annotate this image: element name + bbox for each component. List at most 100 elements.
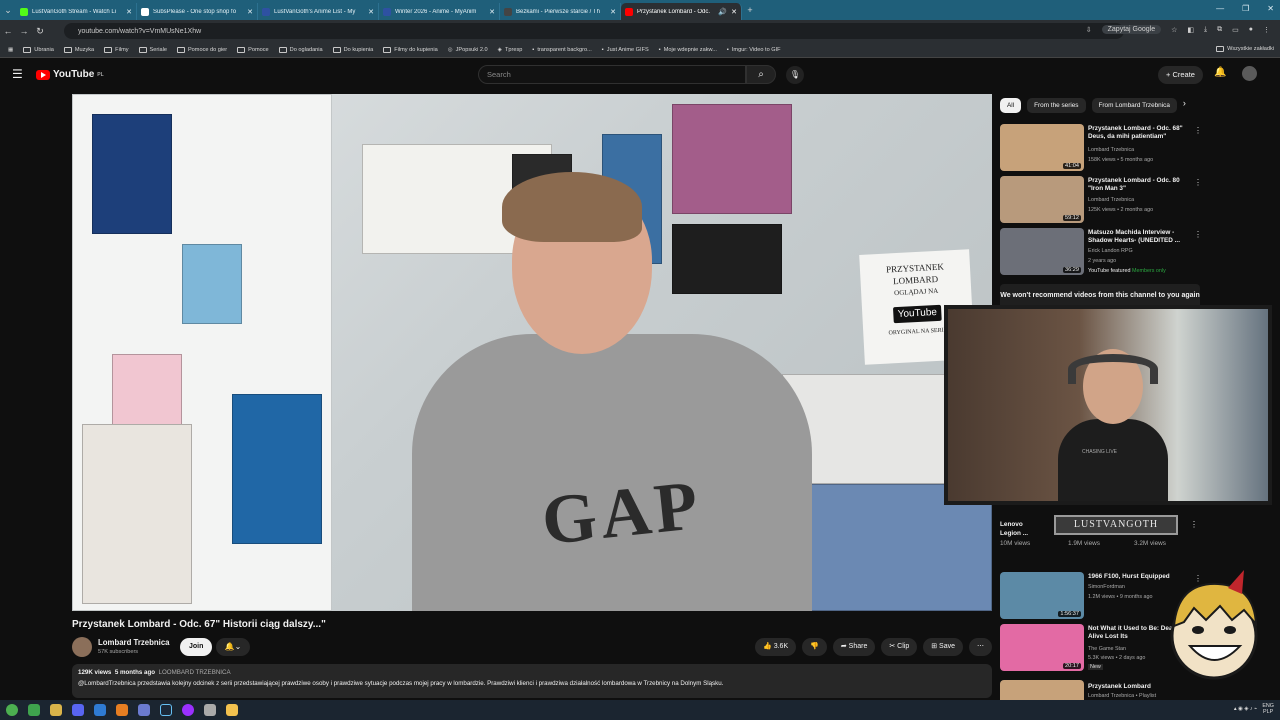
short-item[interactable]: Lenovo Legion ... 10M views bbox=[1000, 520, 1060, 547]
bookmark[interactable]: Filmy do kupienia bbox=[383, 46, 438, 53]
video-thumbnail[interactable]: 59:12 bbox=[1000, 176, 1084, 223]
subscribed-bell-button[interactable]: 🔔⌄ bbox=[216, 638, 250, 656]
recommended-video[interactable]: 59:12 Przystanek Lombard - Odc. 80 "Iron… bbox=[1000, 176, 1202, 224]
notifications-bell-icon[interactable]: 🔔 bbox=[1214, 67, 1226, 78]
bookmark[interactable]: ◎ JPopsuki 2.0 bbox=[448, 47, 488, 53]
tab-search-icon[interactable]: ⌄ bbox=[0, 5, 16, 16]
chevron-right-icon[interactable]: › bbox=[1183, 98, 1186, 113]
bookmark[interactable]: Seriale bbox=[138, 46, 167, 53]
more-actions-button[interactable]: ⋯ bbox=[969, 638, 992, 656]
bookmark[interactable]: ▪ transparent backgro... bbox=[532, 47, 591, 53]
video-thumbnail[interactable]: 36:29 bbox=[1000, 228, 1084, 275]
clip-button[interactable]: ✂ Clip bbox=[881, 638, 918, 656]
close-tab-icon[interactable]: ✕ bbox=[731, 8, 737, 16]
video-thumbnail[interactable] bbox=[1000, 680, 1084, 700]
more-icon[interactable]: ⋮ bbox=[1194, 178, 1202, 187]
save-button[interactable]: ⊞ Save bbox=[923, 638, 963, 656]
description-box[interactable]: 129K views 5 months ago LOOMBARD TRZEBNI… bbox=[72, 664, 992, 698]
more-icon[interactable]: ⋮ bbox=[1194, 230, 1202, 239]
channel-name[interactable]: Lombard Trzebnica bbox=[98, 638, 170, 647]
browser-tab[interactable]: SubsPlease - One stop shop fo ✕ bbox=[137, 3, 258, 20]
profile-icon[interactable]: ● bbox=[1249, 26, 1253, 33]
tray-icons[interactable]: ▴ ◉ ◈ ♪ ⌁ bbox=[1234, 706, 1258, 712]
menu-icon[interactable]: ⋮ bbox=[1263, 26, 1270, 34]
new-tab-icon[interactable]: + bbox=[742, 5, 758, 15]
app-icon[interactable] bbox=[116, 704, 128, 716]
steam-icon[interactable] bbox=[160, 704, 172, 716]
video-thumbnail[interactable]: 1:56:37 bbox=[1000, 572, 1084, 619]
app-icon[interactable] bbox=[204, 704, 216, 716]
minimize-icon[interactable]: — bbox=[1216, 4, 1224, 13]
like-button[interactable]: 👍 3.6K bbox=[755, 638, 797, 656]
chip-from-series[interactable]: From the series bbox=[1027, 98, 1086, 113]
language-indicator[interactable]: ENG PLP bbox=[1262, 703, 1274, 715]
browser-tab[interactable]: Winter 2026 - Anime - MyAnim ✕ bbox=[379, 3, 500, 20]
bookmark[interactable]: Muzyka bbox=[63, 46, 94, 53]
bookmark[interactable]: ◈ Tpresp bbox=[498, 47, 523, 53]
recommended-video[interactable]: 36:29 Matsuzo Machida Interview - Shadow… bbox=[1000, 228, 1202, 280]
reload-icon[interactable]: ↻ bbox=[32, 26, 48, 37]
chrome-icon[interactable] bbox=[6, 704, 18, 716]
star-icon[interactable]: ☆ bbox=[1171, 26, 1177, 34]
video-thumbnail[interactable]: 41:04 bbox=[1000, 124, 1084, 171]
video-thumbnail[interactable]: 20:17 bbox=[1000, 624, 1084, 671]
close-tab-icon[interactable]: ✕ bbox=[126, 8, 132, 16]
bookmark[interactable]: Ubrania bbox=[23, 46, 54, 53]
bookmark[interactable]: ▪ Moje wdepnie zakw... bbox=[659, 47, 717, 53]
join-button[interactable]: Join bbox=[180, 638, 213, 656]
search-button[interactable]: ⌕ bbox=[746, 65, 776, 84]
chip-all[interactable]: All bbox=[1000, 98, 1022, 113]
youtube-logo[interactable]: YouTube PL bbox=[36, 69, 104, 80]
install-icon[interactable]: ⇩ bbox=[1086, 26, 1092, 34]
recommended-video[interactable]: 41:04 Przystanek Lombard - Odc. 68" Deus… bbox=[1000, 124, 1202, 172]
close-window-icon[interactable]: ✕ bbox=[1267, 4, 1274, 13]
google-lens-button[interactable]: Zapytaj Google bbox=[1101, 25, 1162, 34]
browser-tab[interactable]: Bezkami - Pierwsze starcie / Th ✕ bbox=[500, 3, 621, 20]
split-icon[interactable]: ▭ bbox=[1232, 26, 1239, 34]
channel-avatar[interactable] bbox=[72, 637, 92, 657]
video-player[interactable]: PRZYSTANEK LOMBARD OGLĄDAJ NA YouTube OR… bbox=[72, 94, 992, 611]
maximize-icon[interactable]: ❐ bbox=[1242, 4, 1249, 13]
puzzle-icon[interactable]: ⧉ bbox=[1217, 26, 1222, 34]
bookmark[interactable]: Do ogladania bbox=[278, 46, 323, 53]
mute-tab-icon[interactable]: 🔊 bbox=[718, 8, 727, 16]
close-tab-icon[interactable]: ✕ bbox=[610, 8, 616, 16]
more-icon[interactable]: ⋮ bbox=[1194, 126, 1202, 135]
back-icon[interactable]: ← bbox=[0, 26, 16, 36]
app-icon[interactable] bbox=[182, 704, 194, 716]
browser-tab[interactable]: LustVanGoth's Anime List - My ✕ bbox=[258, 3, 379, 20]
bookmark[interactable]: Do kupienia bbox=[332, 46, 373, 53]
dislike-button[interactable]: 👎 bbox=[802, 638, 827, 656]
account-avatar[interactable] bbox=[1242, 66, 1257, 81]
all-bookmarks[interactable]: Wszystkie zakładki bbox=[1216, 46, 1274, 52]
download-icon[interactable]: ⤓ bbox=[1204, 26, 1207, 34]
chip-from-channel[interactable]: From Lombard Trzebnica bbox=[1091, 98, 1177, 113]
bookmark[interactable]: ▪ Just Anime GIFS bbox=[602, 47, 649, 53]
bookmark[interactable]: Pomoce do gier bbox=[176, 46, 227, 53]
bookmark[interactable]: Pomoce bbox=[237, 46, 269, 53]
app-icon[interactable] bbox=[138, 704, 150, 716]
browser-tab-active[interactable]: Przystanek Lombard - Odc. 🔊 ✕ bbox=[621, 3, 742, 20]
share-button[interactable]: ➦ Share bbox=[832, 638, 876, 656]
app-icon[interactable] bbox=[94, 704, 106, 716]
voice-search-button[interactable]: 🎙 bbox=[786, 66, 804, 84]
create-button[interactable]: + Create bbox=[1158, 66, 1203, 84]
search-input[interactable]: Search bbox=[478, 65, 746, 84]
forward-icon[interactable]: → bbox=[16, 26, 32, 36]
bookmark[interactable]: Filmy bbox=[104, 46, 129, 53]
bookmark[interactable]: ▪ Imgur: Video to GIF bbox=[727, 47, 781, 53]
url-bar[interactable]: youtube.com/watch?v=VmMUsNe1Xhw bbox=[64, 23, 1124, 39]
close-tab-icon[interactable]: ✕ bbox=[247, 8, 253, 16]
extension-icon[interactable]: ◧ bbox=[1187, 26, 1194, 34]
close-tab-icon[interactable]: ✕ bbox=[368, 8, 374, 16]
folder-icon bbox=[104, 46, 113, 53]
more-icon[interactable]: ⋮ bbox=[1190, 520, 1198, 529]
apps-icon[interactable]: ▦ bbox=[8, 47, 13, 53]
browser-tab[interactable]: LustVanGoth Stream - Watch Li ✕ bbox=[16, 3, 137, 20]
hamburger-menu-icon[interactable]: ☰ bbox=[12, 67, 23, 81]
app-icon[interactable] bbox=[50, 704, 62, 716]
app-icon[interactable] bbox=[72, 704, 84, 716]
folder-icon[interactable] bbox=[226, 704, 238, 716]
close-tab-icon[interactable]: ✕ bbox=[489, 8, 495, 16]
app-icon[interactable] bbox=[28, 704, 40, 716]
